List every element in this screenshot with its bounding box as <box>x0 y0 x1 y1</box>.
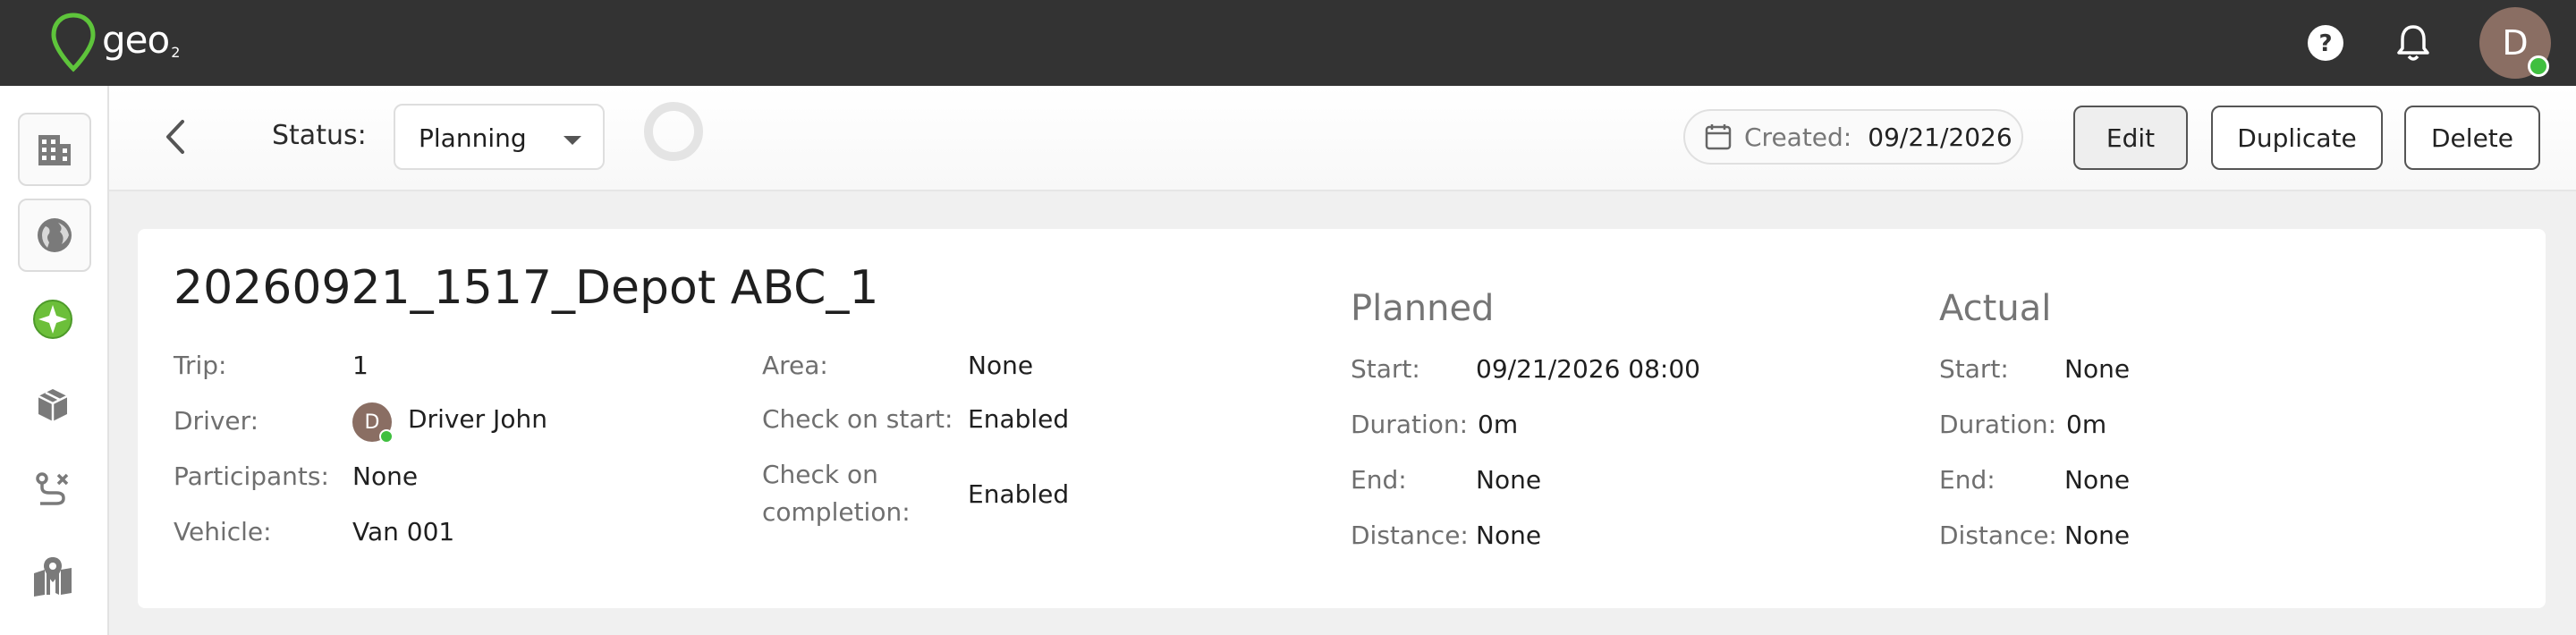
check-on-start-value: Enabled <box>968 404 1070 434</box>
top-bar: geo 2 ? D <box>0 0 2576 86</box>
check-on-completion-label-line1: Check on <box>762 460 878 489</box>
planned-duration-value: 0m <box>1478 410 1519 439</box>
planned-distance-value: None <box>1476 521 1542 550</box>
check-on-completion-label-line2: completion: <box>762 497 911 527</box>
logo-subscript: 2 <box>171 43 181 61</box>
sidebar-item-packages[interactable] <box>18 370 88 440</box>
edit-button[interactable]: Edit <box>2073 106 2188 170</box>
driver-avatar-initial: D <box>364 411 380 434</box>
sparkle-globe-icon <box>33 300 72 339</box>
duplicate-button[interactable]: Duplicate <box>2211 106 2383 170</box>
location-pin-logo-icon <box>51 13 96 72</box>
logo-text: geo <box>102 17 170 62</box>
driver-avatar: D <box>352 402 394 444</box>
driver-label: Driver: <box>174 406 259 436</box>
sidebar-item-buildings[interactable] <box>18 113 91 186</box>
created-label: Created: <box>1744 122 1852 152</box>
chevron-left-icon <box>166 120 184 154</box>
trip-details-card: 20260921_1517_Depot ABC_1 Trip: 1 Driver… <box>138 229 2546 608</box>
loading-spinner <box>644 102 703 161</box>
actual-duration-value: 0m <box>2066 410 2107 439</box>
globe-icon <box>38 218 72 252</box>
actual-start-label: Start: <box>1939 354 2009 384</box>
trip-label: Trip: <box>174 351 227 380</box>
delete-button[interactable]: Delete <box>2404 106 2540 170</box>
driver-online-dot <box>379 429 394 444</box>
sidebar-item-routes[interactable] <box>18 456 88 526</box>
status-label: Status: <box>272 120 367 151</box>
planned-duration-label: Duration: <box>1351 410 1469 439</box>
actual-end-label: End: <box>1939 465 1996 495</box>
actual-heading: Actual <box>1939 288 2052 329</box>
sidebar-item-map[interactable] <box>18 542 88 612</box>
package-icon <box>38 389 68 421</box>
planned-end-label: End: <box>1351 465 1407 495</box>
user-avatar[interactable]: D <box>2479 7 2551 79</box>
map-icon <box>34 557 72 597</box>
actual-start-value: None <box>2064 354 2131 384</box>
bell-icon[interactable] <box>2392 21 2435 64</box>
actual-duration-label: Duration: <box>1939 410 2057 439</box>
check-on-completion-value: Enabled <box>968 479 1070 509</box>
calendar-icon <box>1705 124 1732 150</box>
participants-value: None <box>352 461 419 491</box>
help-icon[interactable]: ? <box>2304 21 2347 64</box>
online-status-dot <box>2528 55 2549 77</box>
participants-label: Participants: <box>174 461 329 491</box>
route-icon <box>36 472 69 505</box>
planned-distance-label: Distance: <box>1351 521 1469 550</box>
planned-start-value: 09/21/2026 08:00 <box>1476 354 1700 384</box>
actual-distance-value: None <box>2064 521 2131 550</box>
vehicle-label: Vehicle: <box>174 517 272 546</box>
area-label: Area: <box>762 351 828 380</box>
vehicle-value: Van 001 <box>352 517 455 546</box>
check-on-start-label: Check on start: <box>762 404 953 434</box>
planned-heading: Planned <box>1351 288 1495 329</box>
user-avatar-initial: D <box>2502 23 2529 63</box>
status-select[interactable]: Planning <box>394 104 605 170</box>
created-value: 09/21/2026 <box>1868 122 2012 152</box>
trip-value: 1 <box>352 351 369 380</box>
planned-start-label: Start: <box>1351 354 1420 384</box>
trip-title: 20260921_1517_Depot ABC_1 <box>174 261 879 315</box>
actual-end-value: None <box>2064 465 2131 495</box>
chevron-down-icon <box>564 136 581 145</box>
svg-text:?: ? <box>2318 30 2332 57</box>
trip-toolbar: Status: Planning Created: 09/21/2026 Edi… <box>109 86 2576 191</box>
planned-end-value: None <box>1476 465 1542 495</box>
app-logo[interactable]: geo 2 <box>50 9 180 77</box>
status-select-value: Planning <box>419 123 527 153</box>
area-value: None <box>968 351 1034 380</box>
left-sidebar <box>0 86 109 635</box>
sidebar-item-globe[interactable] <box>18 199 91 272</box>
back-button[interactable] <box>154 114 199 159</box>
actual-distance-label: Distance: <box>1939 521 2057 550</box>
driver-value[interactable]: Driver John <box>408 404 547 434</box>
created-date-chip: Created: 09/21/2026 <box>1683 109 2023 165</box>
building-icon <box>38 135 71 165</box>
sidebar-item-live-globe[interactable] <box>18 284 88 354</box>
